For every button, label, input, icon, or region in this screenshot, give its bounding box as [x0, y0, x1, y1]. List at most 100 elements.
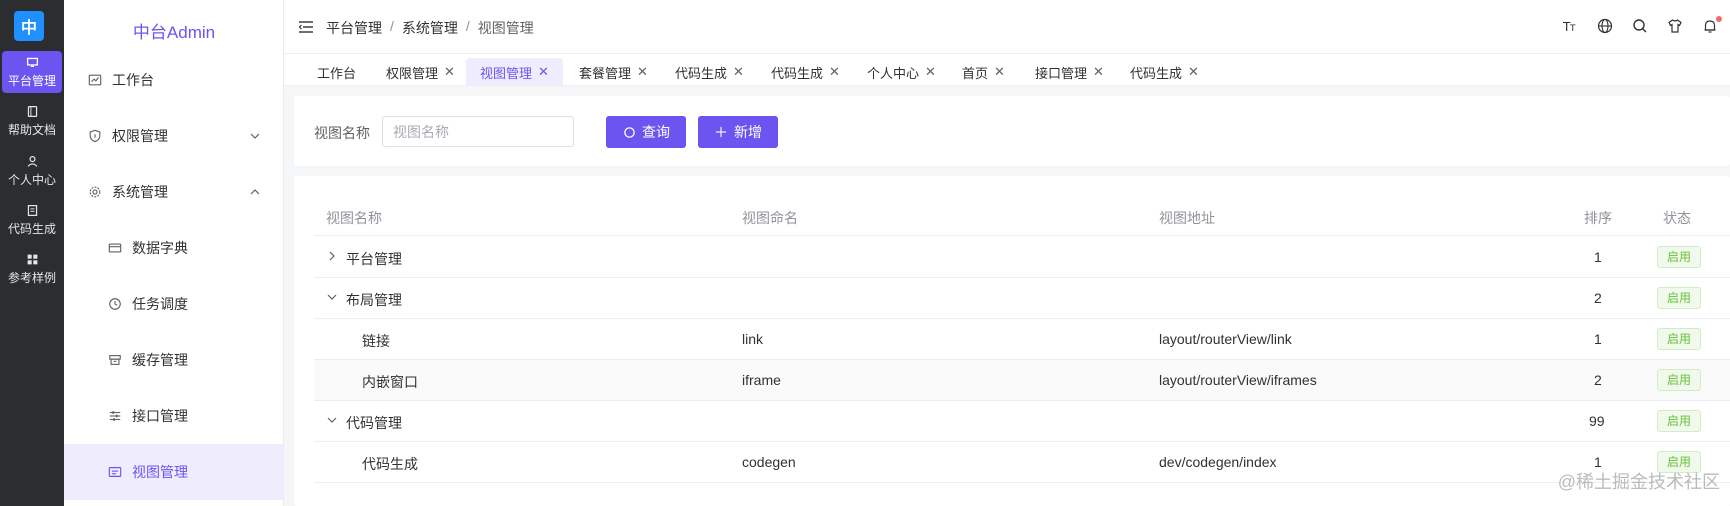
rail-item-profile[interactable]: 个人中心	[2, 150, 62, 192]
cell-sort: 2	[1594, 290, 1602, 306]
rail-item-codegen[interactable]: 代码生成	[2, 199, 62, 241]
breadcrumb-separator: /	[465, 18, 470, 34]
close-icon[interactable]: ✕	[925, 64, 936, 80]
tab-label: 权限管理	[386, 65, 439, 81]
cell-code: codegen	[742, 454, 796, 470]
sidebar: 中台Admin 工作台 权限管理 系统管理 数据字典 任务调度 缓存管理 接口管…	[64, 0, 284, 506]
table-row[interactable]: 链接 link layout/routerView/link 1 启用	[314, 319, 1730, 360]
search-icon[interactable]	[1632, 18, 1650, 36]
sidebar-item-api[interactable]: 接口管理	[64, 388, 284, 444]
status-badge: 启用	[1657, 246, 1702, 268]
tab-views[interactable]: 视图管理 ✕	[466, 58, 563, 86]
plus-icon	[714, 125, 728, 139]
breadcrumb: 平台管理 / 系统管理 / 视图管理	[326, 18, 534, 38]
menu-fold-icon[interactable]	[298, 20, 314, 34]
status-badge: 启用	[1657, 287, 1702, 309]
cell-name: 内嵌窗口	[362, 374, 418, 390]
tab-label: 代码生成	[675, 65, 728, 81]
sidebar-title: 中台Admin	[132, 23, 216, 42]
table-row[interactable]: 布局管理 2 启用	[314, 278, 1730, 319]
tab-codegen-1[interactable]: 代码生成 ✕	[675, 58, 744, 86]
shirt-icon[interactable]	[1667, 18, 1685, 36]
status-badge: 启用	[1657, 328, 1702, 350]
cell-sort: 2	[1594, 372, 1602, 388]
app-logo[interactable]: 中	[14, 11, 44, 41]
table-row[interactable]: 代码生成 codegen dev/codegen/index 1 启用	[314, 442, 1730, 483]
sidebar-item-system[interactable]: 系统管理	[64, 164, 284, 220]
tab-label: 首页	[962, 65, 989, 81]
chevron-down-icon[interactable]	[326, 414, 338, 426]
table-row[interactable]: 代码管理 99 启用	[314, 401, 1730, 442]
rail-item-label: 参考样例	[7, 271, 56, 285]
sidebar-item-scheduler[interactable]: 任务调度	[64, 276, 284, 332]
top-header: 平台管理 / 系统管理 / 视图管理 TT	[284, 0, 1730, 54]
sidebar-item-label: 视图管理	[132, 464, 188, 480]
rail-item-label: 个人中心	[7, 173, 56, 187]
tab-workbench[interactable]: 工作台	[317, 58, 356, 86]
column-header: 状态	[1663, 210, 1691, 226]
column-header: 视图名称	[326, 210, 382, 226]
rail-item-docs[interactable]: 帮助文档	[2, 100, 62, 142]
breadcrumb-item[interactable]: 系统管理	[402, 18, 458, 38]
chevron-down-icon[interactable]	[326, 291, 338, 303]
cell-name: 代码生成	[362, 456, 418, 472]
cell-sort: 1	[1594, 249, 1602, 265]
tab-profile[interactable]: 个人中心 ✕	[867, 58, 936, 86]
sidebar-item-dictionary[interactable]: 数据字典	[64, 220, 284, 276]
sidebar-item-cache[interactable]: 缓存管理	[64, 332, 284, 388]
rail-item-platform[interactable]: 平台管理	[2, 51, 62, 93]
close-icon[interactable]: ✕	[994, 64, 1005, 80]
add-button-label: 新增	[734, 124, 762, 140]
sidebar-item-label: 数据字典	[132, 240, 188, 256]
rail-item-label: 帮助文档	[7, 123, 56, 137]
sidebar-item-label: 系统管理	[112, 184, 168, 200]
table-row[interactable]: 内嵌窗口 iframe layout/routerView/iframes 2 …	[314, 360, 1730, 401]
font-size-icon[interactable]: TT	[1562, 18, 1580, 36]
table-row[interactable]: 平台管理 1 启用	[314, 237, 1730, 278]
tab-label: 接口管理	[1035, 65, 1088, 81]
add-button[interactable]: 新增	[698, 116, 778, 148]
breadcrumb-item[interactable]: 平台管理	[326, 18, 382, 38]
tab-label: 代码生成	[1130, 65, 1183, 81]
rail-item-label: 平台管理	[7, 74, 56, 88]
rail-item-samples[interactable]: 参考样例	[2, 248, 62, 290]
close-icon[interactable]: ✕	[733, 64, 744, 80]
close-icon[interactable]: ✕	[444, 64, 455, 80]
tab-api[interactable]: 接口管理 ✕	[1035, 58, 1104, 86]
tab-home[interactable]: 首页 ✕	[962, 58, 1005, 86]
globe-icon[interactable]	[1597, 18, 1615, 36]
view-name-input[interactable]	[382, 116, 574, 147]
breadcrumb-current: 视图管理	[477, 20, 534, 36]
chevron-right-icon[interactable]	[326, 250, 338, 262]
close-icon[interactable]: ✕	[1188, 64, 1199, 80]
cell-path: dev/codegen/index	[1159, 454, 1277, 470]
cell-sort: 1	[1594, 331, 1602, 347]
breadcrumb-separator: /	[390, 18, 394, 34]
close-icon[interactable]: ✕	[637, 64, 648, 80]
sidebar-item-views[interactable]: 视图管理	[64, 444, 284, 500]
bell-icon[interactable]	[1702, 16, 1722, 36]
sidebar-item-label: 任务调度	[132, 296, 188, 312]
sidebar-item-permission[interactable]: 权限管理	[64, 108, 284, 164]
column-header: 排序	[1584, 210, 1612, 226]
sidebar-item-label: 接口管理	[132, 408, 188, 424]
tab-label: 个人中心	[867, 65, 920, 81]
view-name-label: 视图名称	[314, 125, 370, 141]
tab-permission[interactable]: 权限管理 ✕	[386, 58, 455, 86]
sidebar-item-label: 权限管理	[112, 128, 168, 144]
close-icon[interactable]: ✕	[1093, 64, 1104, 80]
table-header: 视图名称 视图命名 视图地址 排序 状态	[314, 196, 1730, 236]
close-icon[interactable]: ✕	[538, 64, 549, 80]
tab-codegen-3[interactable]: 代码生成 ✕	[1130, 58, 1199, 86]
tab-label: 套餐管理	[579, 65, 632, 81]
query-button[interactable]: 查询	[606, 116, 686, 148]
sidebar-item-label: 工作台	[112, 72, 154, 88]
tab-package[interactable]: 套餐管理 ✕	[579, 58, 648, 86]
book-icon	[25, 104, 39, 118]
sidebar-item-workbench[interactable]: 工作台	[64, 52, 284, 108]
cell-name: 平台管理	[346, 251, 402, 267]
close-icon[interactable]: ✕	[829, 64, 840, 80]
tab-codegen-2[interactable]: 代码生成 ✕	[771, 58, 840, 86]
box-icon	[108, 353, 122, 367]
cell-path: layout/routerView/iframes	[1159, 372, 1317, 388]
